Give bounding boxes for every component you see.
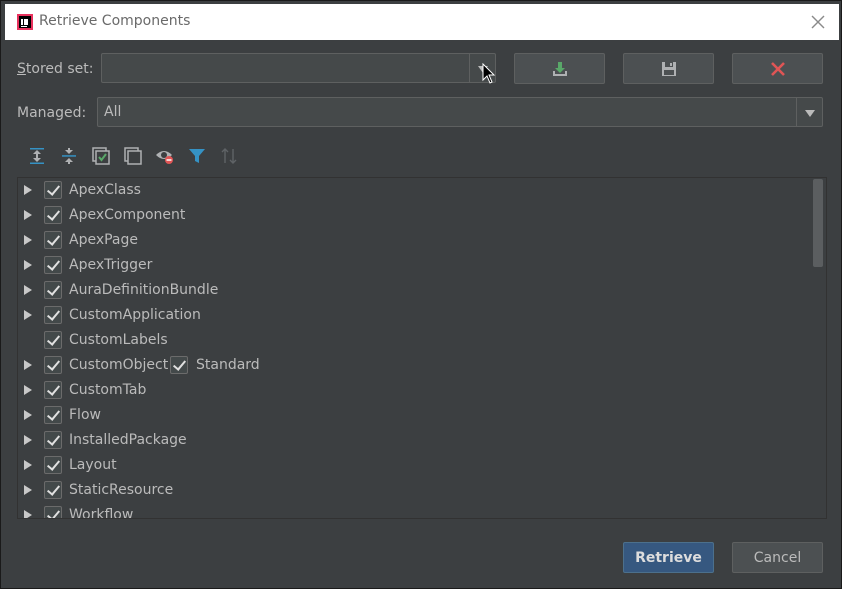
checkbox[interactable] <box>44 256 62 274</box>
managed-select[interactable]: All <box>97 97 823 127</box>
expand-arrow-icon[interactable] <box>24 460 32 470</box>
expand-arrow-icon[interactable] <box>24 210 32 220</box>
tree-item[interactable]: CustomApplication <box>18 303 813 328</box>
chevron-down-icon[interactable] <box>796 98 822 126</box>
deselect-all-icon[interactable] <box>123 146 143 166</box>
tree-item-label: CustomApplication <box>69 307 201 323</box>
checkbox[interactable] <box>44 506 62 518</box>
load-stored-set-button[interactable] <box>514 53 605 84</box>
select-all-icon[interactable] <box>91 146 111 166</box>
tree-item-label: ApexComponent <box>69 207 186 223</box>
expand-arrow-icon[interactable] <box>24 185 32 195</box>
tree-item[interactable]: CustomObject Standard <box>18 353 813 378</box>
tree-item-label: ApexPage <box>69 232 139 248</box>
save-stored-set-button[interactable] <box>623 53 714 84</box>
stored-set-select[interactable] <box>101 53 496 83</box>
delete-stored-set-button[interactable] <box>732 53 823 84</box>
expand-arrow-icon[interactable] <box>24 310 32 320</box>
checkbox[interactable] <box>44 331 62 349</box>
tree-item-label: ApexClass <box>69 182 141 198</box>
tree-item-label: CustomLabels <box>69 332 168 348</box>
checkbox[interactable] <box>44 481 62 499</box>
retrieve-button[interactable]: Retrieve <box>623 542 714 573</box>
checkbox[interactable] <box>44 381 62 399</box>
intellij-icon <box>17 14 33 30</box>
mouse-cursor-icon <box>482 63 496 84</box>
tree-item[interactable]: ApexComponent <box>18 203 813 228</box>
managed-value: All <box>104 104 122 120</box>
checkbox[interactable] <box>44 306 62 324</box>
tree-item-label: StaticResource <box>69 482 174 498</box>
close-icon[interactable] <box>809 13 827 31</box>
scrollbar-thumb[interactable] <box>813 179 823 267</box>
sort-icon <box>219 146 239 166</box>
save-icon <box>661 61 676 76</box>
tree-item-label: AuraDefinitionBundle <box>69 282 219 298</box>
checkbox[interactable] <box>44 456 62 474</box>
download-icon <box>552 61 567 76</box>
expand-arrow-icon[interactable] <box>24 360 32 370</box>
expand-arrow-icon[interactable] <box>24 510 32 518</box>
tree-item-label: Workflow <box>69 507 134 519</box>
stored-set-mnemonic: S <box>17 61 26 77</box>
tree-item[interactable]: Workflow <box>18 503 813 519</box>
expand-all-icon[interactable] <box>27 146 47 166</box>
tree-item-label: InstalledPackage <box>69 432 187 448</box>
checkbox[interactable] <box>44 181 62 199</box>
stored-set-label-text: tored set: <box>25 61 94 77</box>
collapse-all-icon[interactable] <box>59 146 79 166</box>
cancel-button[interactable]: Cancel <box>732 542 823 573</box>
title-bar: Retrieve Components <box>5 4 839 40</box>
tree-item-label: CustomObject <box>69 357 169 373</box>
tree-item[interactable]: AuraDefinitionBundle <box>18 278 813 303</box>
standard-checkbox[interactable] <box>170 356 188 374</box>
checkbox[interactable] <box>44 281 62 299</box>
retrieve-components-dialog: Retrieve Components Stored set: Managed:… <box>0 0 842 589</box>
checkbox[interactable] <box>44 431 62 449</box>
tree-item[interactable]: CustomTab <box>18 378 813 403</box>
checkbox[interactable] <box>44 206 62 224</box>
expand-arrow-icon[interactable] <box>24 285 32 295</box>
tree-item[interactable]: ApexTrigger <box>18 253 813 278</box>
expand-arrow-icon[interactable] <box>24 410 32 420</box>
visibility-icon[interactable] <box>155 146 175 166</box>
checkbox[interactable] <box>44 406 62 424</box>
tree-item-label: Layout <box>69 457 117 473</box>
delete-icon <box>770 61 785 76</box>
tree-item-label: ApexTrigger <box>69 257 153 273</box>
expand-arrow-icon[interactable] <box>24 435 32 445</box>
checkbox[interactable] <box>44 356 62 374</box>
tree-item[interactable]: InstalledPackage <box>18 428 813 453</box>
tree-item[interactable]: CustomLabels <box>18 328 813 353</box>
tree-item-label: CustomTab <box>69 382 147 398</box>
window-title: Retrieve Components <box>39 13 191 29</box>
tree-scrollbar[interactable] <box>813 179 824 517</box>
stored-set-label: Stored set: <box>17 61 93 77</box>
component-tree[interactable]: ApexClass ApexComponent ApexPage ApexTrigge… <box>17 177 827 519</box>
filter-icon[interactable] <box>187 146 207 166</box>
expand-arrow-icon[interactable] <box>24 260 32 270</box>
tree-item[interactable]: Layout <box>18 453 813 478</box>
expand-arrow-icon[interactable] <box>24 235 32 245</box>
tree-item[interactable]: StaticResource <box>18 478 813 503</box>
expand-arrow-icon[interactable] <box>24 385 32 395</box>
tree-item[interactable]: ApexClass <box>18 178 813 203</box>
tree-item[interactable]: ApexPage <box>18 228 813 253</box>
tree-item[interactable]: Flow <box>18 403 813 428</box>
checkbox[interactable] <box>44 231 62 249</box>
managed-label: Managed: <box>17 105 87 121</box>
standard-label: Standard <box>196 357 260 373</box>
expand-arrow-icon[interactable] <box>24 485 32 495</box>
tree-item-label: Flow <box>69 407 101 423</box>
